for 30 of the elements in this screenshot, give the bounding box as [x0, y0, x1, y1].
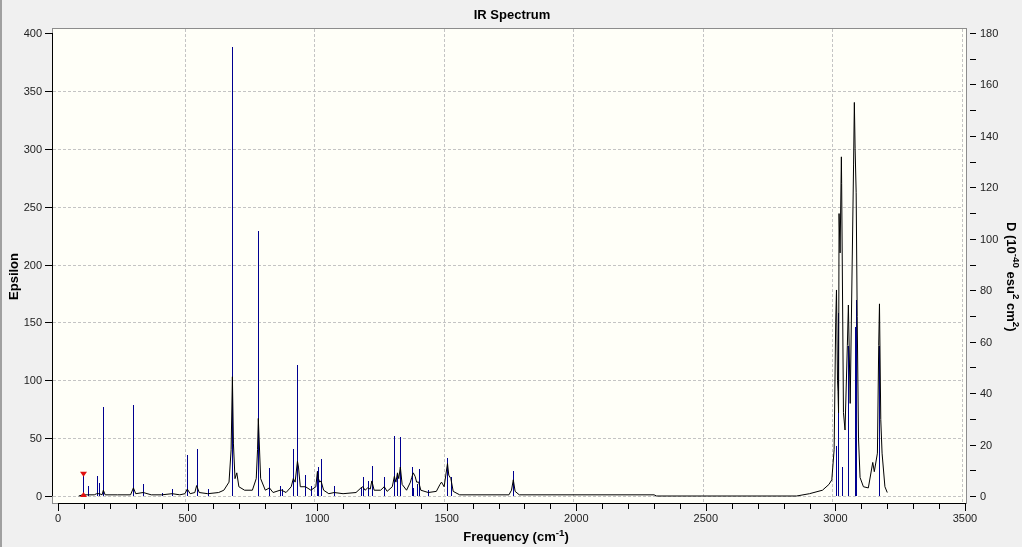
- tick-label: 40: [980, 387, 993, 400]
- tick-label: 60: [980, 335, 993, 348]
- tick-label: 250: [24, 200, 42, 213]
- tick-label: 180: [980, 28, 999, 39]
- tick-label: 140: [980, 129, 999, 142]
- tick-label: 3500: [952, 512, 978, 524]
- tick-label: 1000: [304, 512, 330, 524]
- chart-title: IR Spectrum: [473, 7, 551, 21]
- tick-label: 350: [24, 84, 42, 97]
- tick-label: 0: [54, 512, 62, 524]
- tick-label: 500: [178, 512, 197, 524]
- tick-label: 120: [980, 181, 999, 194]
- tick-label: 2000: [564, 512, 589, 524]
- tick-label: 100: [980, 232, 999, 245]
- y-axis-title: Epsilon: [6, 253, 20, 300]
- tick-label: 150: [24, 316, 42, 329]
- tick-label: 1500: [434, 512, 459, 524]
- x-axis-title: Frequency (cm$^{-1}$): [463, 529, 569, 543]
- tick-label: 400: [24, 28, 42, 39]
- tick-label: 100: [24, 374, 42, 387]
- tick-label: 20: [980, 438, 993, 451]
- tick-label: 80: [980, 284, 993, 297]
- tick-label: 3000: [823, 512, 848, 524]
- tick-label: 160: [980, 78, 999, 91]
- tick-label: 300: [24, 142, 42, 155]
- tick-label: 2500: [693, 512, 719, 524]
- tick-label: 0: [35, 490, 42, 502]
- tick-label: 50: [29, 432, 42, 445]
- tick-label: 0: [980, 490, 987, 502]
- tick-label: 200: [24, 258, 42, 271]
